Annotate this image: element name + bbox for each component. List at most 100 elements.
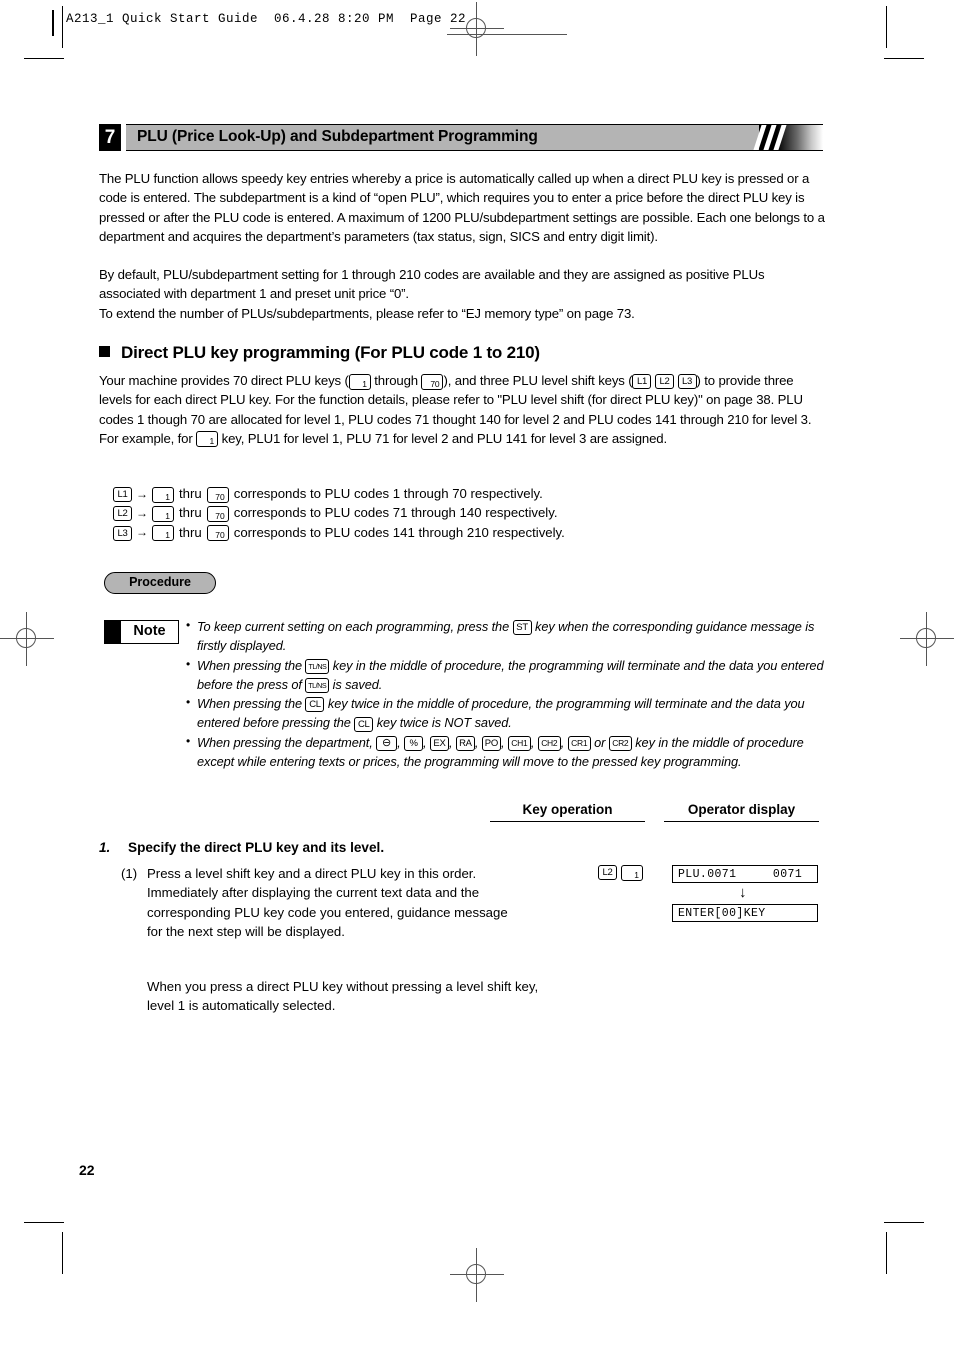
plu-key-from-icon: 1 bbox=[152, 486, 174, 503]
note-sep: , bbox=[560, 734, 568, 750]
column-header-key-operation: Key operation bbox=[490, 802, 645, 822]
crop-mark-bottom-left-h bbox=[24, 1222, 64, 1223]
page-number: 22 bbox=[79, 1162, 95, 1178]
ex-key-icon: EX bbox=[429, 735, 449, 751]
note-text: When pressing the bbox=[197, 696, 306, 712]
note-list: To keep current setting on each programm… bbox=[186, 616, 831, 772]
procedure-badge: Procedure bbox=[104, 572, 216, 594]
arrow-right-icon: → bbox=[136, 506, 148, 521]
registration-mark-right bbox=[900, 612, 954, 666]
plu-key-70-icon: 70 bbox=[421, 373, 444, 390]
step-title: Specify the direct PLU key and its level… bbox=[128, 840, 385, 855]
plu-key-from-icon: 1 bbox=[152, 525, 174, 542]
subsection-paragraph: Your machine provides 70 direct PLU keys… bbox=[99, 371, 829, 448]
note-or: or bbox=[590, 734, 609, 750]
plu-key-from-icon: 1 bbox=[152, 505, 174, 522]
section-title: PLU (Price Look-Up) and Subdepartment Pr… bbox=[137, 128, 538, 145]
st-key-icon: ST bbox=[512, 620, 532, 636]
section-title-bar: 7 PLU (Price Look-Up) and Subdepartment … bbox=[99, 124, 823, 151]
level-shift-key-l2-icon: L2 bbox=[598, 865, 617, 881]
column-header-operator-display: Operator display bbox=[664, 802, 819, 822]
header-underline bbox=[447, 34, 567, 35]
plu-key-to-icon: 70 bbox=[206, 486, 229, 503]
note-sep: , bbox=[474, 734, 482, 750]
plu-key-1-icon: 1 bbox=[348, 373, 371, 390]
level-shift-key-l2-icon: L2 bbox=[113, 506, 132, 522]
intro-paragraph-1: The PLU function allows speedy key entri… bbox=[99, 171, 825, 244]
level-mapping-text: corresponds to PLU codes 1 through 70 re… bbox=[233, 486, 543, 501]
list-item: L2 → 1 thru 70 corresponds to PLU codes 71 th… bbox=[113, 503, 565, 522]
cr1-key-icon: CR1 bbox=[567, 735, 591, 751]
note-sep: , bbox=[530, 734, 538, 750]
crop-mark-bottom-left-v bbox=[62, 1232, 63, 1274]
tlns-key-icon: TL/NS bbox=[305, 658, 330, 674]
arrow-right-icon: → bbox=[136, 525, 148, 540]
crop-mark-bottom-right-v bbox=[886, 1232, 887, 1274]
tlns-key-icon: TL/NS bbox=[305, 678, 330, 694]
note-badge-label: Note bbox=[133, 623, 166, 639]
level-shift-key-l3-icon: L3 bbox=[677, 374, 697, 390]
thru-label: thru bbox=[179, 486, 202, 501]
note-text: is saved. bbox=[329, 676, 383, 692]
level-mapping-text: corresponds to PLU codes 71 through 140 … bbox=[233, 505, 558, 521]
note-sep: , bbox=[500, 734, 508, 750]
step-tail-paragraph: When you press a direct PLU key without … bbox=[147, 979, 539, 1014]
step-number: 1. bbox=[99, 840, 111, 855]
subsection-text-5: key, PLU1 for level 1, PLU 71 for level … bbox=[218, 430, 667, 446]
substep-1: (1) Press a level shift key and a direct… bbox=[121, 864, 521, 941]
level-shift-key-l3-icon: L3 bbox=[113, 525, 132, 541]
section-number: 7 bbox=[99, 124, 121, 151]
operator-display-line-1: PLU.0071 0071 bbox=[672, 865, 818, 883]
level-mapping-text: corresponds to PLU codes 141 through 210… bbox=[233, 524, 565, 540]
crop-mark-right-h bbox=[884, 58, 924, 59]
crop-mark-left-h bbox=[24, 58, 64, 59]
key-operation-cell: L2 1 bbox=[598, 864, 647, 882]
note-text: key twice is NOT saved. bbox=[373, 715, 512, 731]
level-mapping-list: L1 → 1 thru 70 corresponds to PLU codes 1 thr… bbox=[113, 484, 565, 542]
ra-key-icon: RA bbox=[455, 735, 475, 751]
note-text: To keep current setting on each programm… bbox=[197, 619, 513, 634]
cl-key-icon: CL bbox=[354, 716, 374, 732]
note-bullet-4: When pressing the department, ⊖, %, EX, … bbox=[186, 732, 831, 772]
thru-label: thru bbox=[179, 505, 202, 521]
registration-mark-left bbox=[0, 612, 54, 666]
minus-key-icon: ⊖ bbox=[376, 735, 398, 751]
ch1-key-icon: CH1 bbox=[507, 735, 531, 751]
crop-mark-top-right-v bbox=[886, 6, 887, 48]
note-text: When pressing the department, bbox=[197, 734, 377, 750]
list-item: L3 → 1 thru 70 corresponds to PLU codes 141 t… bbox=[113, 523, 565, 542]
level-shift-key-l2-icon: L2 bbox=[654, 374, 674, 390]
note-bullet-3: When pressing the CL key twice in the mi… bbox=[186, 693, 831, 733]
thru-label: thru bbox=[179, 524, 202, 540]
note-sep: , bbox=[423, 734, 430, 750]
note-badge: Note bbox=[104, 620, 179, 644]
subsection-heading-text: Direct PLU key programming (For PLU code… bbox=[121, 343, 540, 362]
bullet-square-icon bbox=[99, 346, 110, 357]
intro-paragraph-2: By default, PLU/subdepartment setting fo… bbox=[99, 267, 765, 302]
note-sep: , bbox=[448, 734, 456, 750]
header-underline-wrap bbox=[52, 10, 567, 36]
note-sep: , bbox=[397, 734, 405, 750]
plu-key-to-icon: 70 bbox=[206, 525, 229, 542]
note-badge-accent bbox=[105, 621, 121, 643]
crop-mark-bottom-right-h bbox=[884, 1222, 924, 1223]
note-bullet-1: To keep current setting on each programm… bbox=[186, 616, 831, 656]
level-shift-key-l1-icon: L1 bbox=[113, 487, 132, 503]
po-key-icon: PO bbox=[481, 735, 501, 751]
subsection-heading: Direct PLU key programming (For PLU code… bbox=[99, 343, 540, 363]
subsection-text-2: through bbox=[370, 373, 422, 388]
cr2-key-icon: CR2 bbox=[608, 735, 632, 751]
level-shift-key-l1-icon: L1 bbox=[632, 374, 652, 390]
arrow-down-icon: ↓ bbox=[739, 884, 747, 901]
plu-key-1-icon: 1 bbox=[621, 864, 643, 881]
plu-key-to-icon: 70 bbox=[206, 505, 229, 522]
substep-marker: (1) bbox=[121, 866, 138, 881]
percent-key-icon: % bbox=[404, 735, 424, 751]
ch2-key-icon: CH2 bbox=[537, 735, 561, 751]
list-item: L1 → 1 thru 70 corresponds to PLU codes 1 thr… bbox=[113, 484, 565, 503]
arrow-right-icon: → bbox=[136, 486, 148, 501]
note-text: When pressing the bbox=[197, 657, 306, 673]
subsection-text-1: Your machine provides 70 direct PLU keys… bbox=[99, 373, 349, 388]
note-bullet-2: When pressing the TL/NS key in the middl… bbox=[186, 655, 831, 695]
intro-paragraph-3: To extend the number of PLUs/subdepartme… bbox=[99, 306, 635, 321]
